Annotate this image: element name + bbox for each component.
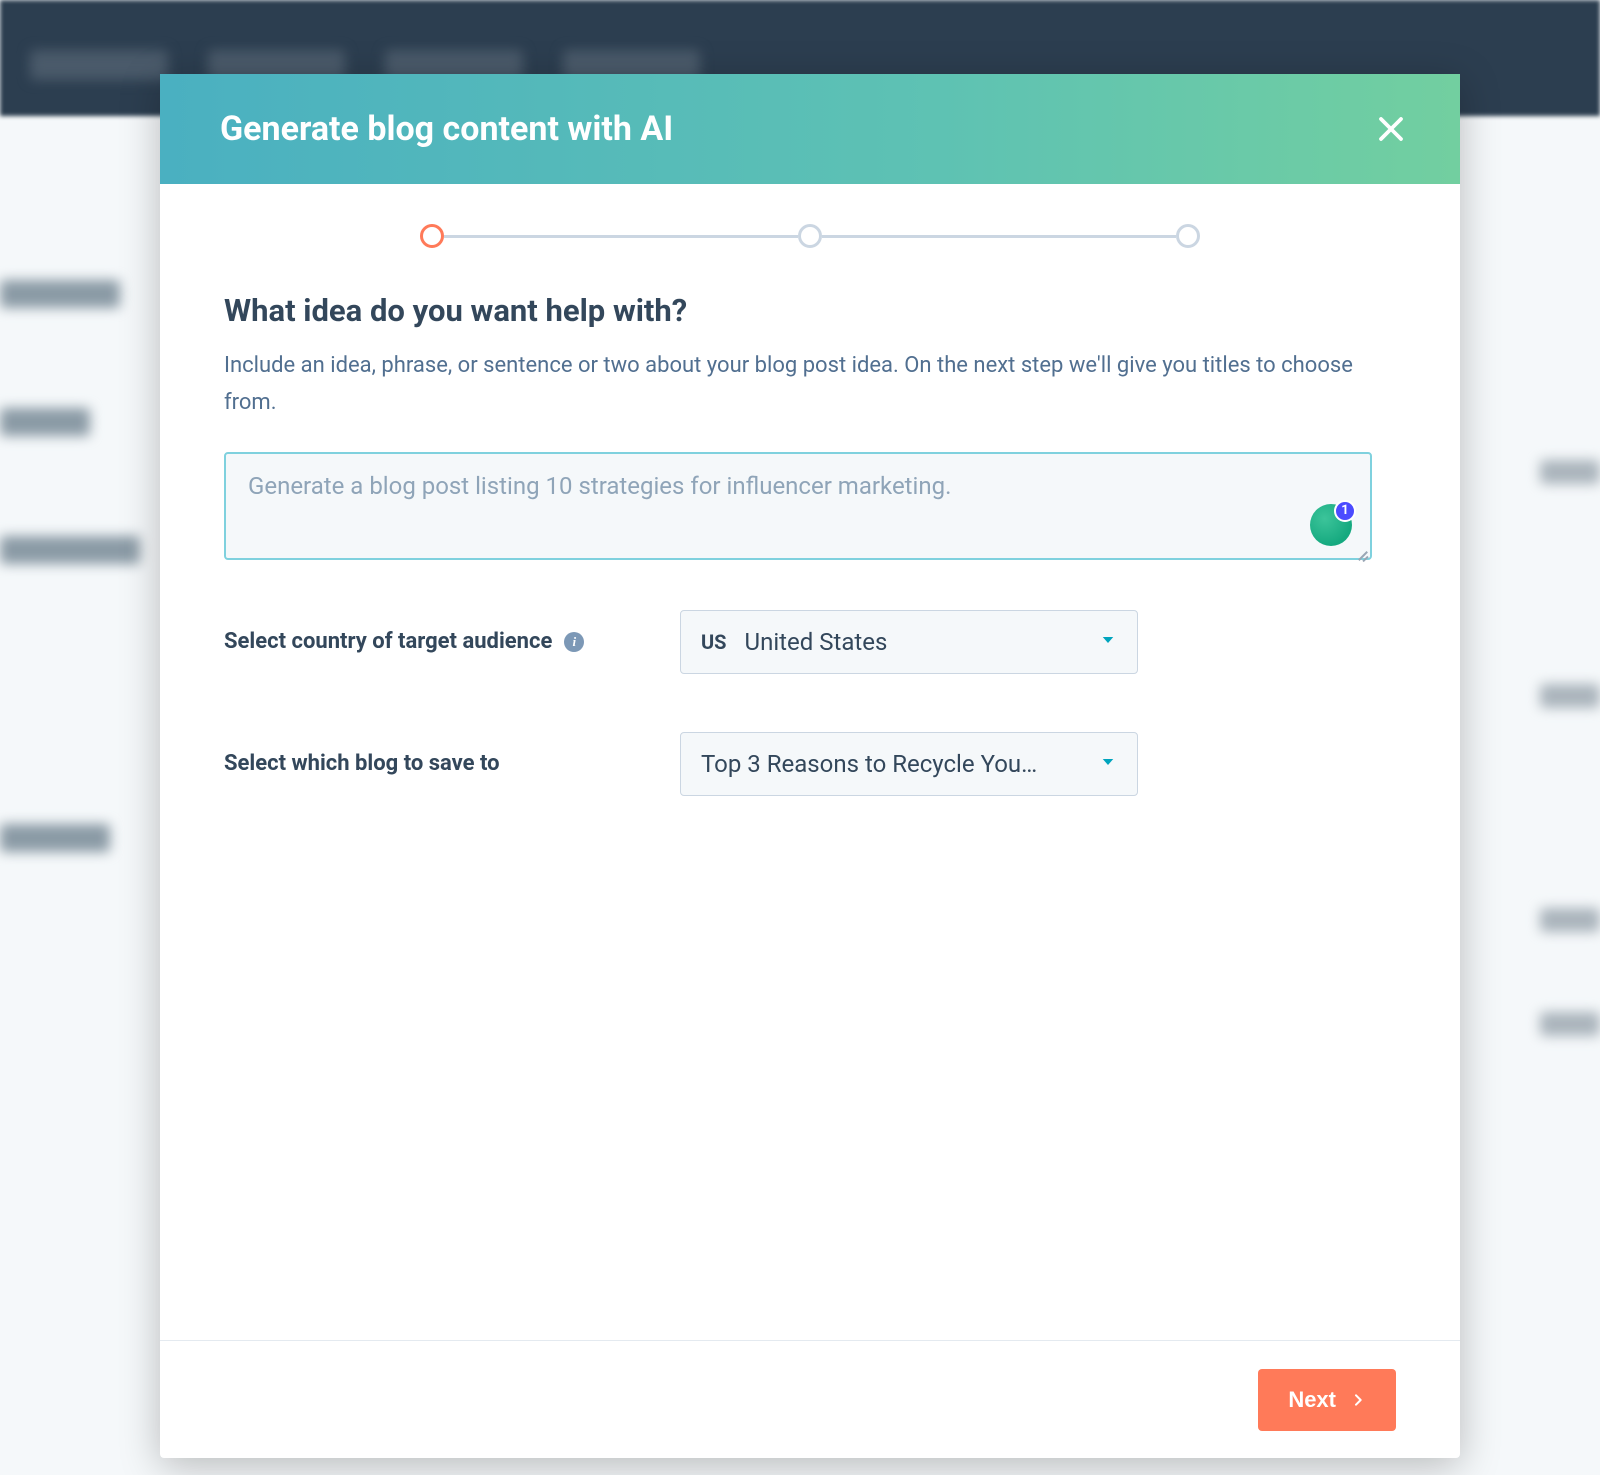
background-sidebar [0, 180, 140, 952]
step-2 [798, 224, 822, 248]
modal-body: What idea do you want help with? Include… [160, 184, 1460, 1340]
modal-footer: Next [160, 1340, 1460, 1458]
close-icon [1376, 114, 1406, 144]
idea-input[interactable] [224, 452, 1372, 560]
step-line [444, 235, 798, 238]
background-right [1540, 460, 1600, 1236]
modal-header: Generate blog content with AI [160, 74, 1460, 184]
progress-stepper [420, 224, 1200, 248]
chevron-down-icon [1099, 753, 1117, 775]
next-button-label: Next [1288, 1387, 1336, 1413]
step-line [822, 235, 1176, 238]
step-1 [420, 224, 444, 248]
textarea-resize-handle[interactable] [1353, 545, 1369, 561]
grammarly-icon: 1 [1310, 504, 1352, 546]
country-label-text: Select country of target audience [224, 629, 552, 654]
step-question: What idea do you want help with? [224, 292, 1396, 329]
idea-textarea-wrap: 1 [224, 452, 1372, 564]
generate-blog-modal: Generate blog content with AI What idea … [160, 74, 1460, 1458]
country-field: Select country of target audience i US U… [224, 610, 1396, 674]
blog-label: Select which blog to save to [224, 751, 680, 776]
country-label: Select country of target audience i [224, 629, 680, 654]
step-3 [1176, 224, 1200, 248]
country-code: US [701, 630, 727, 654]
chevron-down-icon [1099, 631, 1117, 653]
country-select[interactable]: US United States [680, 610, 1138, 674]
next-button[interactable]: Next [1258, 1369, 1396, 1431]
blog-label-text: Select which blog to save to [224, 751, 500, 776]
chevron-right-icon [1350, 1392, 1366, 1408]
grammarly-badge: 1 [1334, 500, 1356, 522]
close-button[interactable] [1370, 108, 1412, 150]
modal-title: Generate blog content with AI [220, 109, 673, 149]
grammarly-widget[interactable]: 1 [1310, 504, 1358, 552]
step-hint: Include an idea, phrase, or sentence or … [224, 347, 1396, 422]
blog-value: Top 3 Reasons to Recycle You… [701, 750, 1099, 778]
info-icon[interactable]: i [564, 632, 584, 652]
blog-field: Select which blog to save to Top 3 Reaso… [224, 732, 1396, 796]
country-value: United States [745, 628, 1100, 656]
blog-select[interactable]: Top 3 Reasons to Recycle You… [680, 732, 1138, 796]
